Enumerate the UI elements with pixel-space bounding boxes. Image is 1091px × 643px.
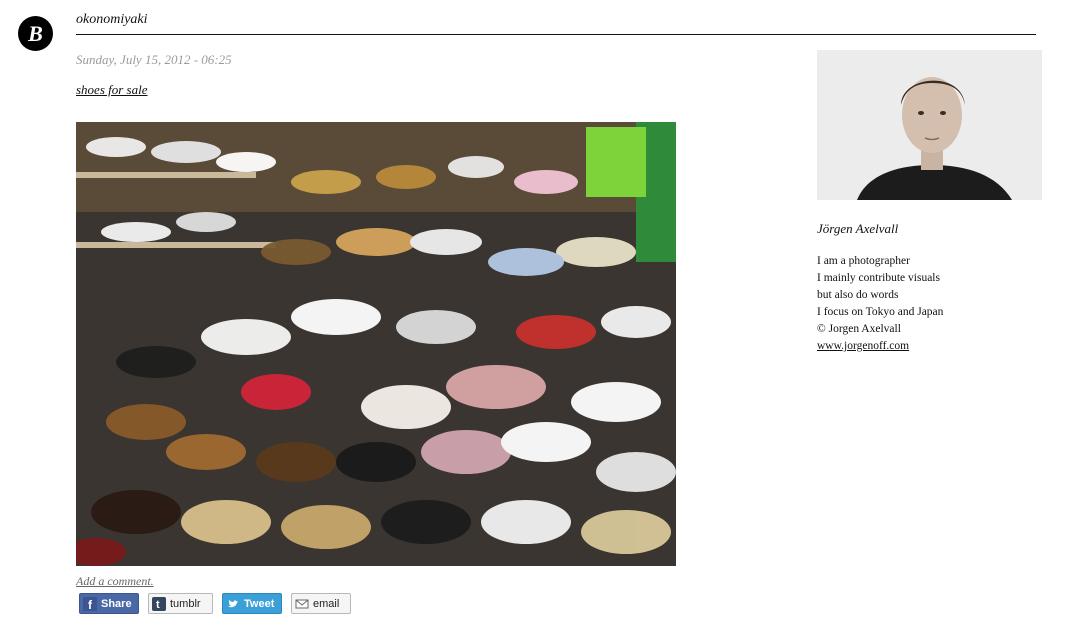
add-comment-link[interactable]: Add a comment. (76, 574, 154, 589)
email-share-label: email (313, 597, 340, 610)
tumblr-share-button[interactable]: t tumblr (148, 593, 213, 614)
email-share-button[interactable]: email (291, 593, 351, 614)
twitter-bird-icon (226, 597, 240, 611)
author-name: Jörgen Axelvall (817, 221, 899, 236)
facebook-icon: f (83, 596, 97, 611)
tumblr-icon: t (152, 596, 166, 611)
bio-line: © Jorgen Axelvall (817, 323, 901, 335)
post-title-link[interactable]: shoes for sale (76, 82, 148, 98)
envelope-icon (295, 597, 309, 611)
bio-line: but also do words (817, 289, 899, 301)
header-divider (76, 34, 1036, 35)
facebook-share-label: Share (101, 597, 132, 610)
tumblr-share-label: tumblr (170, 597, 201, 610)
bio-line: I mainly contribute visuals (817, 272, 940, 284)
logo-letter: B (28, 20, 43, 46)
svg-text:t: t (156, 599, 160, 611)
twitter-tweet-label: Tweet (244, 597, 275, 610)
portrait-illustration (817, 50, 1042, 200)
bio-line: I am a photographer (817, 255, 910, 267)
twitter-tweet-button[interactable]: Tweet (222, 593, 282, 614)
bio-line: I focus on Tokyo and Japan (817, 306, 944, 318)
shoes-photo-illustration (76, 122, 676, 566)
author-bio: I am a photographer I mainly contribute … (817, 253, 943, 355)
author-portrait (817, 50, 1042, 200)
blog-logo[interactable]: B (18, 16, 53, 51)
facebook-share-button[interactable]: f Share (79, 593, 139, 614)
post-photo[interactable] (76, 122, 676, 566)
blog-title-link[interactable]: okonomiyaki (76, 12, 148, 28)
share-buttons: f Share t tumblr Tweet email (79, 593, 351, 614)
post-date: Sunday, July 15, 2012 - 06:25 (76, 52, 232, 67)
author-website-link[interactable]: www.jorgenoff.com (817, 340, 909, 352)
